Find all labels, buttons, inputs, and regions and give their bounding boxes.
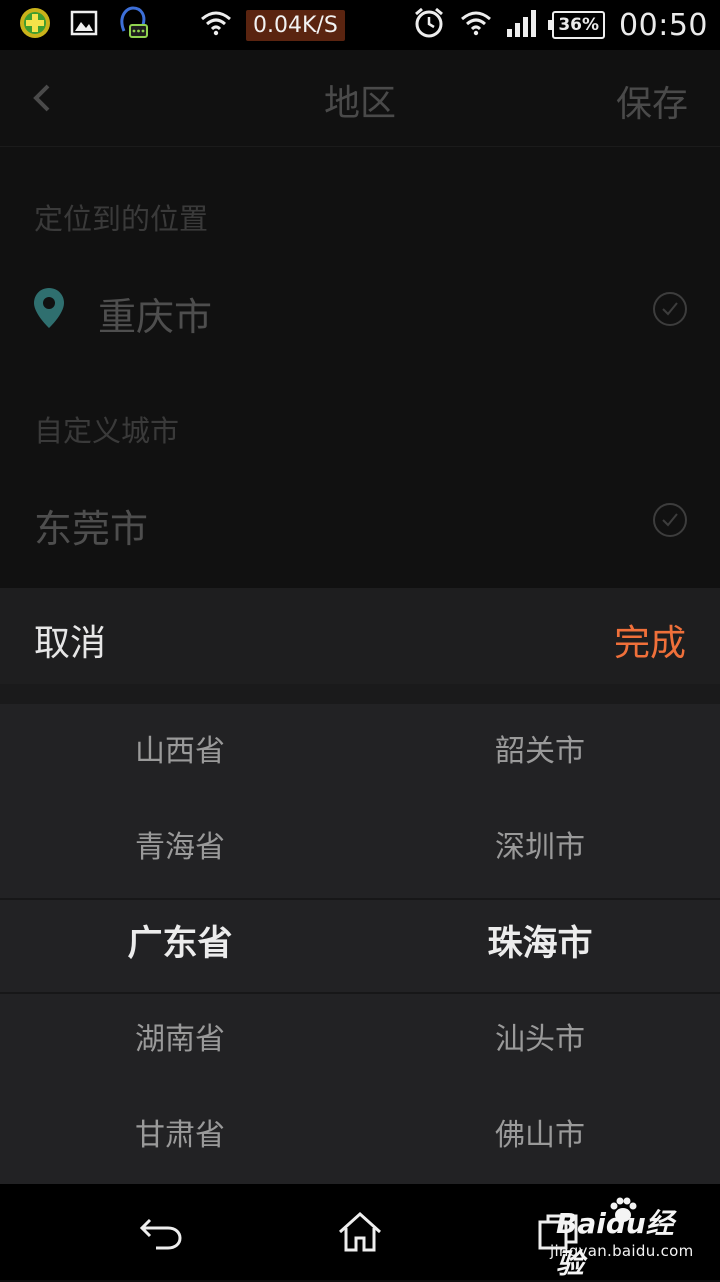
custom-city[interactable]: 东莞市 [34, 498, 148, 553]
baidu-watermark: Baidu经验 jingyan.baidu.com [550, 1196, 700, 1280]
city-option[interactable]: 汕头市 [360, 992, 720, 1088]
custom-section-label: 自定义城市 [34, 414, 180, 448]
home-icon[interactable] [336, 1210, 384, 1254]
province-option-selected[interactable]: 广东省 [0, 896, 360, 992]
located-section-label: 定位到的位置 [34, 202, 209, 236]
clock: 00:50 [619, 7, 708, 43]
page-title: 地区 [323, 83, 396, 124]
city-wheel[interactable]: 韶关市 深圳市 珠海市 汕头市 佛山市 [360, 704, 720, 1184]
watermark-url: jingyan.baidu.com [550, 1242, 694, 1260]
region-picker: 山西省 青海省 广东省 湖南省 甘肃省 韶关市 深圳市 珠海市 汕头市 佛山市 [0, 704, 720, 1184]
check-circle-icon [652, 502, 688, 538]
region-page: 地区 保存 定位到的位置 重庆市 自定义城市 东莞市 [0, 50, 720, 588]
city-option[interactable]: 韶关市 [360, 704, 720, 800]
province-wheel[interactable]: 山西省 青海省 广东省 湖南省 甘肃省 [0, 704, 360, 1184]
check-circle-icon [652, 291, 688, 327]
navigation-bar: 地区 保存 [0, 50, 720, 147]
wifi-icon [460, 10, 492, 40]
picker-divider [0, 684, 720, 704]
battery-icon: 36% [548, 11, 606, 39]
province-option[interactable]: 山西省 [0, 704, 360, 800]
city-option-selected[interactable]: 珠海市 [360, 896, 720, 992]
province-option[interactable]: 湖南省 [0, 992, 360, 1088]
wifi-icon [200, 10, 232, 40]
alarm-icon [412, 6, 446, 44]
signal-icon [506, 9, 538, 41]
city-option[interactable]: 佛山市 [360, 1088, 720, 1184]
location-pin-icon [32, 286, 66, 330]
back-icon[interactable] [136, 1210, 184, 1254]
done-button[interactable]: 完成 [614, 614, 686, 666]
cancel-button[interactable]: 取消 [34, 614, 106, 666]
save-button[interactable]: 保存 [616, 75, 688, 127]
status-bar: 0.04K/S 36% 00:50 [0, 0, 720, 50]
province-option[interactable]: 甘肃省 [0, 1088, 360, 1184]
net-speed-badge: 0.04K/S [246, 9, 345, 41]
city-option[interactable]: 深圳市 [360, 800, 720, 896]
picker-header: 取消 完成 [0, 588, 720, 684]
security-app-icon [18, 6, 52, 44]
system-navigation-bar: Baidu经验 jingyan.baidu.com [0, 1184, 720, 1280]
located-city[interactable]: 重庆市 [98, 286, 212, 341]
chat-app-icon [116, 5, 150, 45]
image-icon [70, 9, 98, 41]
province-option[interactable]: 青海省 [0, 800, 360, 896]
